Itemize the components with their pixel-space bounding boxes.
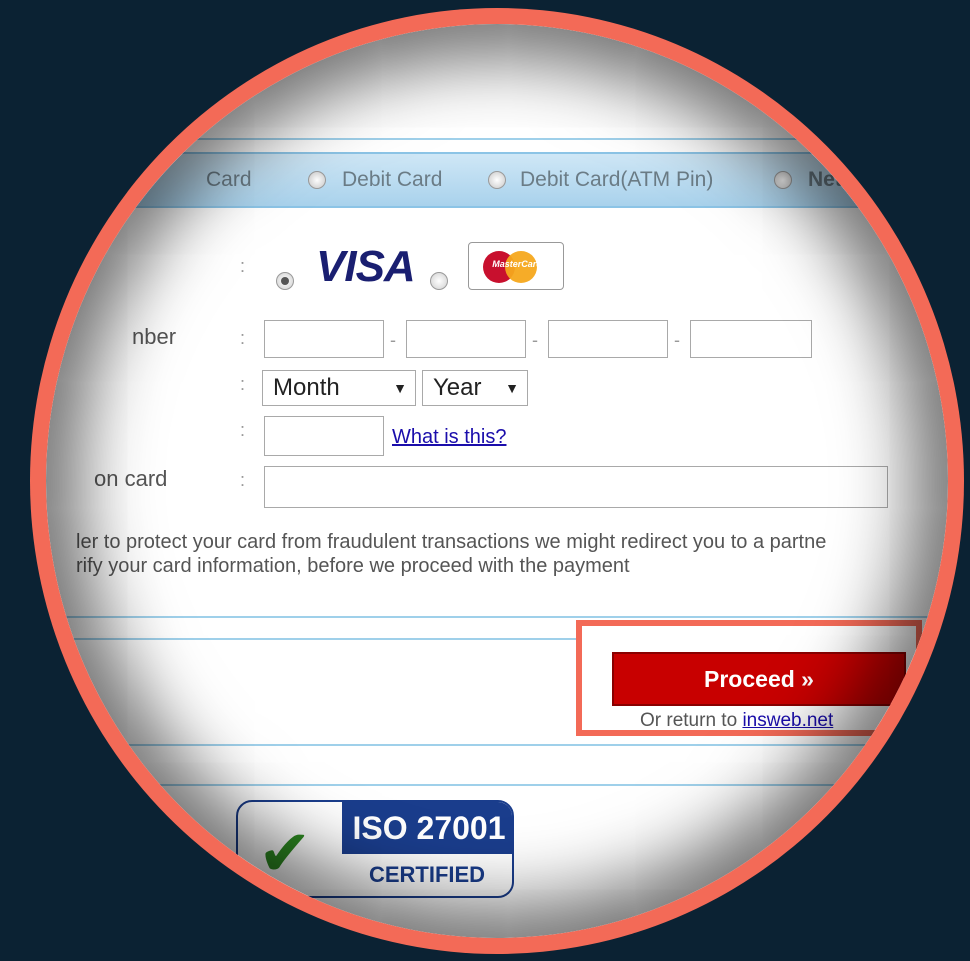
cvv-input[interactable] <box>264 416 384 456</box>
cvv-help-link[interactable]: What is this? <box>392 426 506 449</box>
card-number-label: nber <box>132 324 177 349</box>
security-notice-line-2: rify your card information, before we pr… <box>76 555 630 577</box>
visa-radio[interactable] <box>276 272 294 290</box>
dropdown-arrow-icon: ▼ <box>393 380 407 396</box>
colon: : <box>240 374 246 394</box>
expiry-year-select[interactable]: Year ▼ <box>422 370 528 406</box>
dash: - <box>390 330 396 350</box>
tab-credit-card[interactable]: Card <box>206 168 252 192</box>
return-link[interactable]: insweb.net <box>742 710 833 731</box>
mastercard-radio[interactable] <box>430 272 448 290</box>
colon: : <box>240 420 246 440</box>
payment-page: Card Debit Card Debit Card(ATM Pin) Net … <box>46 24 948 938</box>
magnifier-ring: Card Debit Card Debit Card(ATM Pin) Net … <box>30 8 964 954</box>
proceed-button[interactable]: Proceed » <box>612 652 906 706</box>
dash: - <box>674 330 680 350</box>
dropdown-arrow-icon: ▼ <box>505 380 519 396</box>
tab-debit-card[interactable]: Debit Card <box>342 168 442 192</box>
card-number-input-2[interactable] <box>406 320 526 358</box>
iso-certified-badge: ✔ ISO 27001 CERTIFIED <box>236 800 514 898</box>
payment-method-tabs: Card Debit Card Debit Card(ATM Pin) Net … <box>46 152 948 208</box>
return-prefix: Or return to <box>640 710 738 731</box>
expiry-year-value: Year <box>433 374 482 401</box>
expiry-month-value: Month <box>273 374 340 401</box>
checkmark-icon: ✔ <box>258 817 312 889</box>
colon: : <box>240 470 246 490</box>
name-on-card-input[interactable] <box>264 466 888 508</box>
tab-debit-card-radio[interactable] <box>308 171 326 189</box>
return-text: Or return to insweb.net <box>640 710 833 732</box>
security-notice-line-1: ler to protect your card from fraudulent… <box>76 531 827 553</box>
tab-debit-card-atm-pin[interactable]: Debit Card(ATM Pin) <box>520 168 713 192</box>
expiry-month-select[interactable]: Month ▼ <box>262 370 416 406</box>
card-number-input-3[interactable] <box>548 320 668 358</box>
divider <box>46 616 948 618</box>
tab-net-banking[interactable]: Net B <box>808 168 863 192</box>
tab-atm-pin-radio[interactable] <box>488 171 506 189</box>
iso-badge-title: ISO 27001 <box>342 802 512 854</box>
colon: : <box>240 328 246 348</box>
iso-badge-subtitle: CERTIFIED <box>368 862 486 887</box>
visa-logo: VISA <box>316 242 416 291</box>
magnifier-lens: Card Debit Card Debit Card(ATM Pin) Net … <box>46 24 948 938</box>
mastercard-logo-text: MasterCard <box>492 259 542 269</box>
divider <box>46 784 948 786</box>
card-number-input-1[interactable] <box>264 320 384 358</box>
dash: - <box>532 330 538 350</box>
mastercard-logo: MasterCard <box>468 242 564 290</box>
tab-net-banking-radio[interactable] <box>774 171 792 189</box>
colon: : <box>240 256 246 276</box>
divider <box>46 138 948 140</box>
name-on-card-label: on card <box>94 466 168 491</box>
card-number-input-4[interactable] <box>690 320 812 358</box>
security-notice: ler to protect your card from fraudulent… <box>76 530 826 578</box>
divider <box>46 744 948 746</box>
